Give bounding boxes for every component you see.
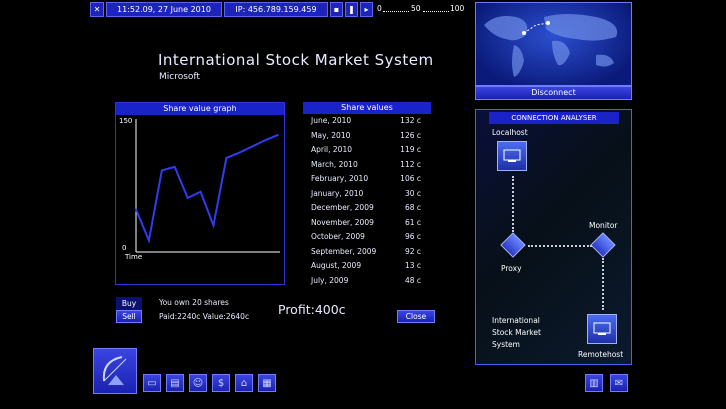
share-value-amount: 92 c — [404, 246, 421, 256]
monitor-icon[interactable] — [590, 232, 616, 258]
money-icon[interactable]: $ — [212, 374, 230, 392]
share-value-date: December, 2009 — [311, 203, 374, 212]
share-value-amount: 68 c — [404, 203, 421, 212]
target-name-line1: International — [492, 316, 540, 325]
connection-analyser-header: CONNECTION ANALYSER — [489, 112, 619, 124]
share-value-date: January, 2010 — [311, 188, 364, 198]
share-value-row: November, 2009 61 c — [311, 216, 421, 230]
speed-play-icon[interactable]: ▸ — [360, 2, 373, 17]
localhost-label: Localhost — [492, 128, 528, 137]
trace-icon[interactable]: ▪ — [330, 2, 343, 17]
page-title: International Stock Market System — [158, 51, 434, 69]
proxy-label: Proxy — [501, 264, 522, 273]
share-value-date: February, 2010 — [311, 174, 369, 183]
share-value-point — [264, 139, 266, 142]
share-value-point — [238, 151, 241, 154]
software-icon[interactable]: ▤ — [166, 374, 184, 392]
share-value-amount: 13 c — [404, 261, 421, 270]
close-icon[interactable]: ✕ — [90, 2, 104, 17]
share-value-point — [161, 169, 163, 172]
share-value-point — [173, 166, 176, 168]
share-value-point — [212, 224, 215, 227]
speed-scale[interactable]: 0 50 100 — [377, 4, 467, 16]
share-value-point — [186, 197, 189, 199]
share-value-amount: 126 c — [400, 130, 421, 140]
share-value-row: September, 2009 92 c — [311, 245, 421, 259]
share-value-point — [148, 239, 150, 242]
share-value-line — [135, 134, 279, 244]
close-button[interactable]: Close — [397, 310, 435, 323]
remotehost-icon[interactable] — [587, 314, 617, 344]
email-icon[interactable]: ✉ — [610, 374, 628, 392]
share-value-row: August, 2009 13 c — [311, 259, 421, 273]
connection-analyser-panel: CONNECTION ANALYSER Localhost Proxy Moni… — [475, 109, 632, 365]
share-value-point — [277, 134, 279, 136]
share-value-date: September, 2009 — [311, 246, 377, 256]
computer-icon[interactable]: ▭ — [143, 374, 161, 392]
target-name-line2: Stock Market — [492, 328, 541, 337]
share-value-point — [225, 157, 228, 159]
share-value-row: April, 2010 119 c — [311, 143, 421, 157]
paid-value-text: Paid:2240c Value:2640c — [159, 312, 250, 321]
documents-icon[interactable]: ▥ — [585, 374, 603, 392]
satellite-dish-icon[interactable] — [93, 348, 137, 394]
share-value-row: February, 2010 106 c — [311, 172, 421, 186]
buy-button[interactable]: Buy — [116, 297, 142, 310]
share-value-amount: 132 c — [400, 116, 421, 125]
remotehost-label: Remotehost — [578, 350, 624, 359]
top-status-bar: ✕ 11:52.09, 27 June 2010 IP: 456.789.159… — [90, 2, 467, 17]
speed-pause-icon[interactable]: ❚ — [345, 2, 358, 17]
share-value-amount: 119 c — [400, 145, 421, 154]
speed-max: 100 — [450, 4, 465, 13]
home-icon[interactable]: ⌂ — [235, 374, 253, 392]
share-value-point — [251, 145, 253, 148]
world-map[interactable] — [475, 2, 632, 86]
share-value-amount: 61 c — [404, 217, 421, 227]
sell-button[interactable]: Sell — [116, 310, 142, 323]
share-value-row: December, 2009 68 c — [311, 201, 421, 215]
share-value-point — [135, 208, 137, 211]
share-value-row: October, 2009 96 c — [311, 230, 421, 244]
share-value-row: June, 2010 132 c — [311, 114, 421, 128]
company-name: Microsoft — [159, 72, 200, 82]
share-value-date: April, 2010 — [311, 145, 352, 154]
share-value-date: June, 2010 — [311, 116, 352, 125]
share-value-date: November, 2009 — [311, 217, 374, 227]
proxy-icon[interactable] — [500, 232, 526, 258]
shares-owned-text: You own 20 shares — [159, 298, 229, 307]
monitor-label: Monitor — [589, 221, 618, 230]
localhost-icon[interactable] — [497, 141, 527, 171]
share-value-date: May, 2010 — [311, 130, 351, 140]
share-value-row: May, 2010 126 c — [311, 129, 421, 143]
share-value-amount: 106 c — [400, 174, 421, 183]
share-value-row: March, 2010 112 c — [311, 158, 421, 172]
share-value-point — [199, 190, 202, 193]
share-values-header: Share values — [303, 102, 431, 114]
line-chart — [135, 119, 280, 253]
speed-mid: 50 — [411, 4, 421, 13]
ip-address-display[interactable]: IP: 456.789.159.459 — [224, 2, 328, 17]
share-value-date: March, 2010 — [311, 159, 358, 169]
profit-text: Profit:400c — [278, 302, 346, 317]
people-icon[interactable]: ☺ — [189, 374, 207, 392]
hardware-icon[interactable]: ▦ — [258, 374, 276, 392]
share-value-date: July, 2009 — [311, 275, 349, 285]
share-value-date: August, 2009 — [311, 261, 362, 270]
share-value-amount: 96 c — [404, 232, 421, 241]
datetime-display: 11:52.09, 27 June 2010 — [106, 2, 222, 17]
share-value-graph: Share value graph 150 0 Time — [115, 102, 285, 285]
share-value-amount: 30 c — [404, 188, 421, 198]
world-map-graphic — [484, 14, 618, 77]
share-value-row: July, 2009 48 c — [311, 274, 421, 288]
share-value-amount: 48 c — [404, 275, 421, 285]
share-value-row: January, 2010 30 c — [311, 187, 421, 201]
speed-min: 0 — [377, 4, 382, 13]
disconnect-button[interactable]: Disconnect — [475, 86, 632, 100]
target-name-line3: System — [492, 340, 520, 349]
share-value-date: October, 2009 — [311, 232, 365, 241]
share-value-amount: 112 c — [400, 159, 421, 169]
